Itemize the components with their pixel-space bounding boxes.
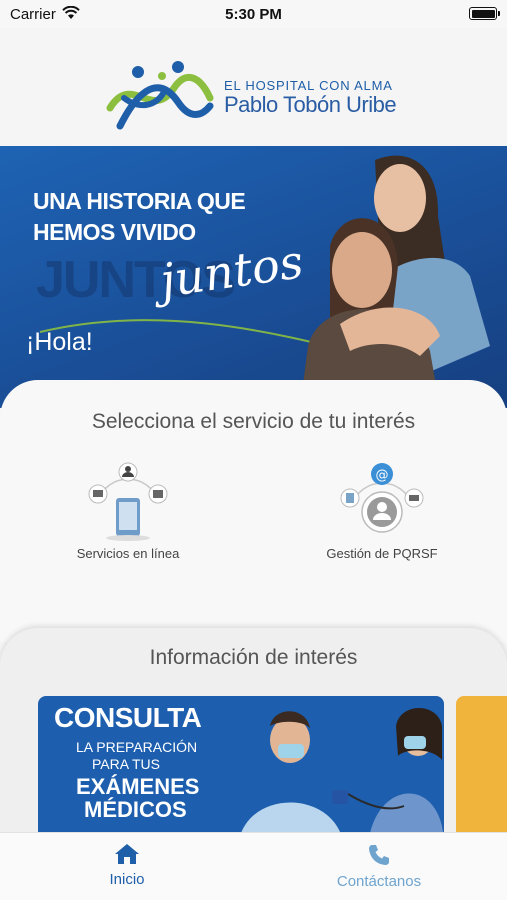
app-screen: Carrier 5:30 PM EL HOSPITAL CON ALMA Pab…: [0, 0, 507, 900]
logo-header: EL HOSPITAL CON ALMA Pablo Tobón Uribe: [0, 28, 507, 146]
clock: 5:30 PM: [225, 6, 282, 23]
pqrsf-button[interactable]: @ Gestión de PQRSF: [312, 462, 452, 582]
promo-photo-image: [238, 708, 444, 846]
pqrsf-icon: @: [340, 463, 424, 533]
tab-contactanos[interactable]: Contáctanos: [314, 841, 444, 897]
logo-brand-name: Pablo Tobón Uribe: [224, 92, 397, 117]
online-services-label: Servicios en línea: [76, 546, 180, 561]
battery-icon: [469, 7, 500, 20]
home-icon: [115, 844, 139, 864]
promo-line-4: MÉDICOS: [84, 797, 187, 822]
bottom-tab-bar: Inicio Contáctanos: [0, 832, 507, 900]
pqrsf-label: Gestión de PQRSF: [326, 546, 438, 561]
hero-greeting: ¡Hola!: [26, 328, 93, 356]
status-bar: Carrier 5:30 PM: [0, 0, 507, 28]
info-title: Información de interés: [149, 646, 358, 669]
logo-tagline: EL HOSPITAL CON ALMA: [224, 78, 393, 93]
online-services-button[interactable]: Servicios en línea: [58, 462, 198, 582]
tab-inicio-label: Inicio: [109, 871, 145, 888]
svg-text:@: @: [376, 468, 389, 483]
promo-banner-next[interactable]: [456, 696, 507, 846]
promo-banner-exams[interactable]: CONSULTA LA PREPARACIÓN PARA TUS EXÁMENE…: [38, 696, 444, 846]
services-title: Selecciona el servicio de tu interés: [91, 410, 416, 433]
phone-icon: [369, 845, 389, 865]
hospital-logo-icon: [106, 61, 214, 130]
promo-line-2: PARA TUS: [92, 756, 160, 772]
hero-photo-image: [300, 155, 490, 408]
tab-contactanos-label: Contáctanos: [336, 873, 422, 890]
hero-banner: JUNTOS UNA HISTORIA QUE HEMOS VIVIDO jun…: [0, 146, 507, 408]
promo-line-1: LA PREPARACIÓN: [76, 739, 198, 755]
promo-kicker: CONSULTA: [54, 702, 202, 733]
info-card: Información de interés CONSULTA LA PREPA…: [0, 628, 507, 846]
tab-inicio[interactable]: Inicio: [62, 841, 192, 897]
online-services-icon: [88, 462, 168, 541]
service-selection-card: Selecciona el servicio de tu interés Ser…: [0, 380, 507, 642]
